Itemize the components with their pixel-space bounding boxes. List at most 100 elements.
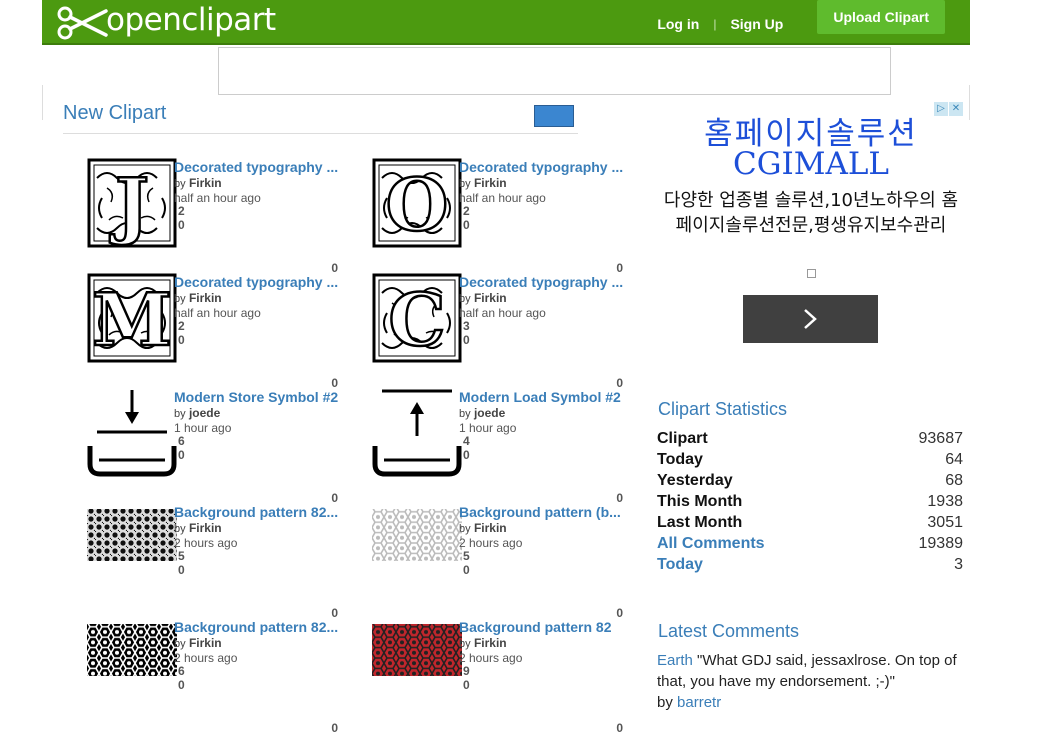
author-link[interactable]: Firkin: [189, 291, 222, 305]
clipart-thumbnail[interactable]: C: [372, 273, 462, 363]
nav-separator: |: [713, 16, 717, 31]
author-link[interactable]: Firkin: [474, 636, 507, 650]
clipart-title-link[interactable]: Background pattern (b...: [459, 503, 629, 522]
clipart-author: by Firkin: [459, 521, 629, 537]
chevron-right-icon: [804, 309, 817, 329]
clipart-info: Background pattern 82 by Firkin 2 hours …: [459, 618, 629, 692]
clipart-thumbnail[interactable]: [87, 606, 177, 696]
clipart-item[interactable]: Background pattern 82... by Firkin 2 hou…: [87, 503, 347, 620]
by-label: by: [459, 638, 471, 650]
author-link[interactable]: joede: [189, 406, 220, 420]
author-link[interactable]: Firkin: [189, 176, 222, 190]
comment-by-link[interactable]: barretr: [677, 694, 721, 711]
clipart-title-link[interactable]: Decorated typography ...: [459, 158, 629, 177]
letter-O-icon: O: [372, 158, 462, 248]
by-label: by: [174, 523, 186, 535]
divider: [42, 85, 43, 120]
clipart-item[interactable]: Background pattern 82... by Firkin 2 hou…: [87, 618, 347, 735]
stat-value: 1938: [927, 493, 963, 510]
stat-label[interactable]: All Comments: [657, 533, 765, 554]
site-logo[interactable]: openclipart: [56, 2, 276, 43]
clipart-info: Modern Store Symbol #2 by joede 1 hour a…: [174, 388, 344, 462]
letter-C-icon: C: [372, 273, 462, 363]
comment-text: "What GDJ said, jessaxlrose. On top of t…: [657, 652, 957, 690]
by-label: by: [174, 638, 186, 650]
top-ad-banner[interactable]: [218, 47, 891, 95]
clipart-time: half an hour ago: [174, 305, 261, 320]
clipart-title-link[interactable]: Background pattern 82...: [174, 503, 344, 522]
statistics-table: Clipart 93687 Today 64 Yesterday 68 This Mo…: [657, 428, 963, 575]
clipart-item[interactable]: C Decorated typography ... by Firkin hal…: [372, 273, 632, 390]
by-label: by: [459, 178, 471, 190]
stat-value: 3: [954, 556, 963, 573]
clipart-title-link[interactable]: Background pattern 82...: [174, 618, 344, 637]
clipart-thumbnail[interactable]: [87, 388, 177, 478]
comment-author-link[interactable]: Earth: [657, 652, 693, 669]
latest-comments-title: Latest Comments: [658, 621, 800, 641]
clipart-title-link[interactable]: Decorated typography ...: [174, 158, 344, 177]
clipart-thumbnail[interactable]: [372, 606, 462, 696]
stat-label: Last Month: [657, 514, 743, 531]
ad-next-button[interactable]: [743, 295, 878, 343]
clipart-info: Decorated typography ... by Firkin half …: [459, 158, 629, 232]
clipart-thumbnail[interactable]: J: [87, 158, 177, 248]
author-link[interactable]: joede: [474, 406, 505, 420]
author-link[interactable]: Firkin: [189, 636, 222, 650]
signup-link[interactable]: Sign Up: [730, 16, 783, 32]
clipart-time: half an hour ago: [459, 305, 546, 320]
favorite-count: 2: [178, 319, 185, 333]
site-header: openclipart Log in | Sign Up Upload Clip…: [42, 0, 970, 45]
by-label: by: [459, 523, 471, 535]
clipart-item[interactable]: Background pattern (b... by Firkin 2 hou…: [372, 503, 632, 620]
favorite-count: 2: [463, 204, 470, 218]
clipart-time: 2 hours ago: [174, 650, 238, 665]
clipart-item[interactable]: M Decorated typography ... by Firkin hal…: [87, 273, 347, 390]
comment-count: 0: [178, 217, 185, 232]
ad-description[interactable]: 다양한 업종별 솔루션,10년노하우의 홈페이지솔루션전문,평생유지보수관리: [661, 188, 961, 238]
clipart-title-link[interactable]: Modern Load Symbol #2: [459, 388, 629, 407]
stat-label[interactable]: Today: [657, 554, 703, 575]
stat-label: Yesterday: [657, 472, 733, 489]
comment-count: 0: [463, 217, 470, 232]
clipart-item[interactable]: O Decorated typography ... by Firkin hal…: [372, 158, 632, 275]
clipart-thumbnail[interactable]: [372, 388, 462, 478]
scissors-icon: [57, 6, 108, 40]
clipart-item[interactable]: Modern Load Symbol #2 by joede 1 hour ag…: [372, 388, 632, 505]
download-count: 0: [616, 721, 623, 735]
clipart-thumbnail[interactable]: M: [87, 273, 177, 363]
toggle-button[interactable]: [534, 105, 574, 127]
store-symbol-icon: [87, 390, 177, 477]
statistics-title: Clipart Statistics: [658, 399, 788, 419]
author-link[interactable]: Firkin: [474, 521, 507, 535]
upload-clipart-button[interactable]: Upload Clipart: [817, 0, 945, 34]
clipart-author: by Firkin: [174, 636, 344, 652]
stat-value: 3051: [927, 514, 963, 531]
pattern-hex-light-icon: [372, 509, 462, 561]
clipart-title-link[interactable]: Background pattern 82: [459, 618, 629, 637]
login-link[interactable]: Log in: [657, 16, 699, 32]
clipart-author: by joede: [174, 406, 344, 422]
by-label: by: [174, 178, 186, 190]
stat-row: All Comments 19389: [657, 533, 963, 554]
clipart-info: Background pattern (b... by Firkin 2 hou…: [459, 503, 629, 577]
clipart-item[interactable]: Modern Store Symbol #2 by joede 1 hour a…: [87, 388, 347, 505]
ad-brand[interactable]: CGIMALL: [651, 146, 971, 182]
clipart-item[interactable]: Background pattern 82 by Firkin 2 hours …: [372, 618, 632, 735]
clipart-author: by Firkin: [459, 176, 629, 192]
stat-row: Today 64: [657, 449, 963, 470]
author-link[interactable]: Firkin: [474, 176, 507, 190]
author-link[interactable]: Firkin: [474, 291, 507, 305]
clipart-title-link[interactable]: Decorated typography ...: [459, 273, 629, 292]
clipart-thumbnail[interactable]: O: [372, 158, 462, 248]
sidebar-ad[interactable]: ▷ ✕ 홈페이지솔루션 CGIMALL 다양한 업종별 솔루션,10년노하우의 …: [651, 100, 966, 355]
letter-J-icon: J: [87, 158, 177, 248]
clipart-title-link[interactable]: Modern Store Symbol #2: [174, 388, 344, 407]
clipart-thumbnail[interactable]: [87, 491, 177, 581]
pattern-hex-red-icon: [372, 624, 462, 676]
clipart-thumbnail[interactable]: [372, 491, 462, 581]
stat-label: Today: [657, 451, 703, 468]
author-link[interactable]: Firkin: [189, 521, 222, 535]
favorite-count: 4: [463, 434, 470, 448]
clipart-title-link[interactable]: Decorated typography ...: [174, 273, 344, 292]
clipart-item[interactable]: J Decorated typography ... by Firkin hal…: [87, 158, 347, 275]
